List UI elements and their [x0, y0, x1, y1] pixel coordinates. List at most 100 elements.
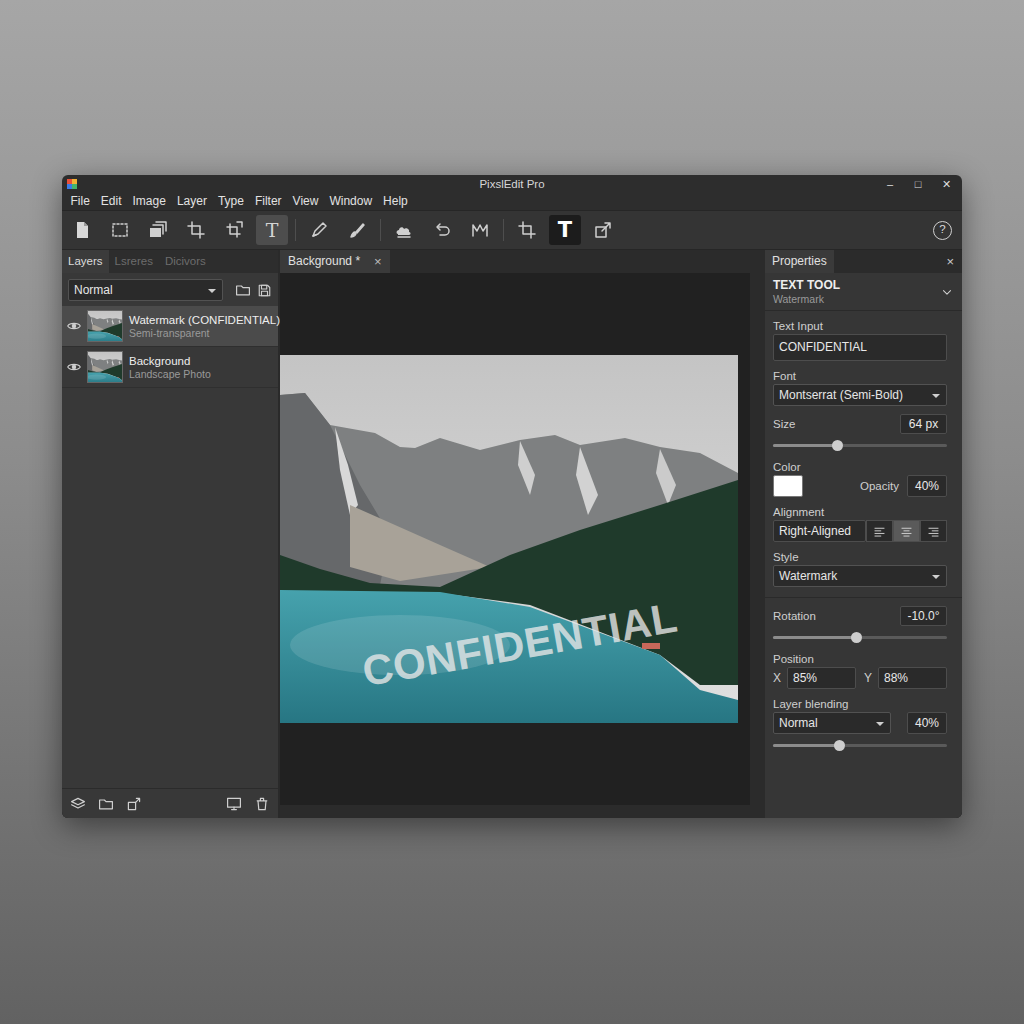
tool-button[interactable]: T [549, 215, 581, 245]
tool-button[interactable] [426, 215, 458, 245]
folder-icon[interactable] [235, 282, 251, 298]
layer-text: Watermark (CONFIDENTIAL)Semi-transparent [129, 313, 280, 340]
window-control-button[interactable]: – [876, 175, 904, 193]
text-input-field: Text InputCONFIDENTIAL [773, 319, 947, 361]
position-y-input[interactable]: 88% [878, 667, 947, 689]
size-value[interactable]: 64 px [900, 414, 947, 434]
window-control-button[interactable]: □ [904, 175, 932, 193]
color-swatch[interactable] [773, 475, 803, 497]
close-panel-button[interactable]: × [946, 250, 962, 273]
rotation-value[interactable]: -10.0° [900, 606, 947, 626]
panel-tab[interactable]: Dicivors [159, 250, 212, 273]
vertical-scrollbar[interactable] [750, 273, 765, 805]
alignment-field: AlignmentRight-Aligned [773, 505, 947, 542]
pen-icon [309, 220, 329, 240]
app-logo-icon [62, 179, 152, 189]
tool-button[interactable] [142, 215, 174, 245]
menu-item[interactable]: Image [127, 193, 171, 210]
alignment-button[interactable] [866, 520, 893, 542]
tool-button[interactable]: T [256, 215, 288, 245]
tool-button[interactable] [104, 215, 136, 245]
layer-row[interactable]: Watermark (CONFIDENTIAL)Semi-transparent [62, 306, 278, 347]
tool-button[interactable] [218, 215, 250, 245]
style-dropdown[interactable]: Watermark [773, 565, 947, 587]
crop-icon [517, 220, 537, 240]
window-control-button[interactable]: ✕ [932, 175, 960, 193]
position-row: X85%Y88% [773, 667, 947, 689]
layer-text: BackgroundLandscape Photo [129, 354, 211, 381]
menu-item[interactable]: View [287, 193, 324, 210]
tool-button[interactable] [388, 215, 420, 245]
panel-tab[interactable]: Lsreres [109, 250, 159, 273]
layer-stack-icon[interactable] [70, 796, 86, 812]
align-right-icon [927, 525, 940, 538]
slider-thumb[interactable] [851, 632, 862, 643]
alignment-button[interactable] [893, 520, 920, 542]
properties-tab[interactable]: Properties [765, 250, 834, 273]
document-tab-label: Background * [288, 250, 360, 273]
tool-button[interactable] [180, 215, 212, 245]
menu-item[interactable]: Layer [171, 193, 212, 210]
slider-track[interactable] [773, 744, 947, 747]
position-x-input[interactable]: 85% [787, 667, 856, 689]
menu-item[interactable]: Type [212, 193, 249, 210]
tool-button[interactable] [464, 215, 496, 245]
slider-track[interactable] [773, 444, 947, 447]
tool-button[interactable] [303, 215, 335, 245]
horizontal-scrollbar[interactable] [280, 805, 765, 818]
layer-row[interactable]: BackgroundLandscape Photo [62, 347, 278, 388]
slider-thumb[interactable] [832, 440, 843, 451]
crop-icon [186, 220, 206, 240]
tool-header[interactable]: TEXT TOOLWatermark [765, 273, 962, 311]
slider[interactable] [773, 438, 947, 452]
close-tab-button[interactable]: × [374, 250, 382, 273]
menu-item[interactable]: File [65, 193, 95, 210]
slider[interactable] [773, 630, 947, 644]
document-tab[interactable]: Background * × [280, 250, 390, 273]
title-bar: PixslEdit Pro–□✕ [62, 175, 962, 193]
blending-dropdown[interactable]: Normal [773, 712, 891, 734]
layer-thumbnail [87, 351, 123, 383]
position-y-label: Y [864, 669, 874, 687]
field-label: Rotation [773, 609, 816, 624]
help-button[interactable]: ? [933, 221, 952, 240]
tool-button[interactable] [341, 215, 373, 245]
eye-icon[interactable] [67, 319, 81, 333]
rotation-row: Rotation -10.0° [773, 606, 947, 626]
slider-track[interactable] [773, 636, 947, 639]
menu-item[interactable]: Window [324, 193, 378, 210]
text-tool-icon: T [558, 220, 572, 241]
new-layer-icon[interactable] [126, 796, 142, 812]
window-controls: –□✕ [872, 175, 962, 193]
tool-button[interactable] [587, 215, 619, 245]
menu-item[interactable]: Help [378, 193, 414, 210]
align-center-icon [900, 525, 913, 538]
monitor-icon[interactable] [226, 796, 242, 812]
blend-mode-dropdown[interactable]: Normal [68, 279, 223, 301]
eye-icon[interactable] [67, 360, 81, 374]
folder-icon[interactable] [98, 796, 114, 812]
chevron-down-icon[interactable] [940, 285, 954, 299]
trash-icon[interactable] [254, 796, 270, 812]
tool-button[interactable] [66, 215, 98, 245]
field-label: Position [773, 652, 947, 667]
panel-tab[interactable]: Layers [62, 250, 109, 273]
toolbar: T T? [62, 210, 962, 250]
save-icon[interactable] [257, 283, 272, 298]
font-dropdown[interactable]: Montserrat (Semi-Bold) [773, 384, 947, 406]
alignment-button[interactable] [920, 520, 947, 542]
blending-value[interactable]: 40% [907, 712, 947, 734]
alignment-value: Right-Aligned [773, 520, 866, 542]
slider[interactable] [773, 738, 947, 752]
tool-button[interactable] [511, 215, 543, 245]
section-divider [765, 597, 962, 598]
blend-row: Normal [62, 273, 278, 306]
opacity-value[interactable]: 40% [907, 475, 947, 497]
field-label: Layer blending [773, 697, 947, 712]
marquee-icon [110, 220, 130, 240]
menu-bar: FileEditImageLayerTypeFilterViewWindowHe… [62, 193, 962, 210]
menu-item[interactable]: Filter [249, 193, 287, 210]
slider-thumb[interactable] [834, 740, 845, 751]
text-input[interactable]: CONFIDENTIAL [773, 334, 947, 361]
menu-item[interactable]: Edit [95, 193, 127, 210]
